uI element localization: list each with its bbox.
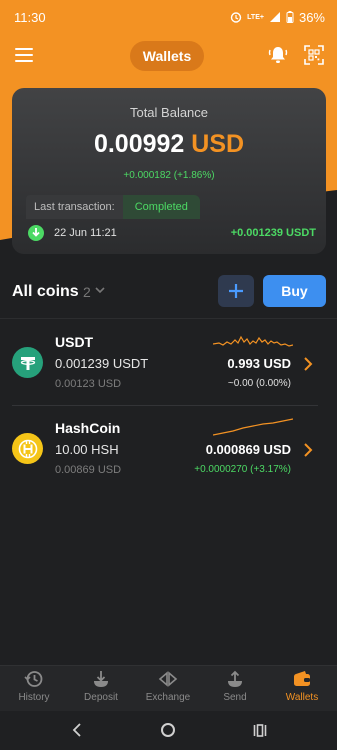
coin-row-usdt[interactable]: USDT 0.001239 USDT 0.00123 USD 0.993 USD… [0,320,337,406]
last-transaction-row: Last transaction: Completed [26,195,312,219]
system-navigation-bar [0,711,337,750]
sparkline-chart [213,418,293,436]
exchange-icon [158,671,178,687]
last-transaction-label: Last transaction: [26,195,123,219]
app-bar: Wallets [0,38,337,74]
coin-name: USDT [55,334,94,350]
send-icon [228,670,242,687]
nav-deposit[interactable]: Deposit [71,669,131,709]
coin-name: HashCoin [55,420,121,436]
nav-label: Deposit [84,692,118,703]
coin-price-change: ~0.00 (0.00%) [227,378,291,389]
nav-label: History [18,692,50,703]
status-bar: 11:30 LTE+ 36% [0,0,337,34]
section-divider [0,318,337,319]
battery-level: 36% [298,9,325,25]
transaction-amount: +0.001239 USDT [230,227,316,239]
nav-label: Send [223,692,247,703]
qr-scan-icon[interactable] [304,45,324,65]
coins-header: All coins 2 Buy [12,275,326,307]
coin-fiat-value: 0.00123 USD [55,378,122,390]
nav-label: Wallets [285,692,319,703]
sparkline-chart [213,335,293,347]
network-label: LTE+ [247,13,264,21]
balance-currency: USD [191,130,245,158]
nav-history[interactable]: History [4,669,64,709]
chevron-right-icon [304,357,313,371]
balance-change: +0.000182 (+1.86%) [123,170,215,181]
total-balance-amount: 0.00992 USD [12,130,326,159]
buy-button[interactable]: Buy [263,275,326,307]
coin-balance: 10.00 HSH [55,442,119,457]
all-coins-title: All coins [12,283,79,300]
chevron-right-icon [304,443,313,457]
coin-price-change: +0.0000270 (+3.17%) [194,464,291,475]
coin-price: 0.993 USD [227,356,291,371]
hashcoin-icon [12,433,43,464]
nav-send[interactable]: Send [205,669,265,709]
incoming-arrow-icon [28,225,44,241]
signal-icon [269,12,280,22]
bottom-navigation: History Deposit Exchange Send Wallets [0,665,337,711]
coin-row-hashcoin[interactable]: HashCoin 10.00 HSH 0.00869 USD 0.000869 … [0,406,337,492]
coins-count[interactable]: 2 [83,284,91,300]
page-title: Wallets [130,41,204,71]
transaction-date: 22 Jun 11:21 [54,227,117,239]
nav-label: Exchange [145,692,191,703]
history-icon [24,671,43,687]
tether-icon [12,347,43,378]
chevron-down-icon[interactable] [94,284,106,296]
wallet-icon [294,671,310,686]
balance-value: 0.00992 [93,130,185,158]
transaction-status-badge: Completed [122,195,200,219]
nav-exchange[interactable]: Exchange [138,669,198,709]
battery-icon [286,11,294,23]
coin-fiat-value: 0.00869 USD [55,464,122,476]
back-icon[interactable] [72,723,82,737]
alarm-icon [230,12,242,23]
plus-icon [229,284,243,298]
home-icon[interactable] [161,723,175,737]
add-coin-button[interactable] [218,275,254,307]
status-time: 11:30 [14,9,46,25]
menu-icon[interactable] [15,48,33,62]
nav-wallets[interactable]: Wallets [272,669,332,709]
deposit-icon [94,671,108,687]
coin-price: 0.000869 USD [205,442,291,457]
bell-icon[interactable] [268,45,288,65]
balance-card[interactable]: Total Balance 0.00992 USD +0.000182 (+1.… [12,88,326,254]
recent-apps-icon[interactable] [253,724,267,737]
total-balance-label: Total Balance [129,105,209,120]
coin-balance: 0.001239 USDT [55,356,149,371]
last-transaction-details[interactable]: 22 Jun 11:21 +0.001239 USDT [26,219,316,247]
